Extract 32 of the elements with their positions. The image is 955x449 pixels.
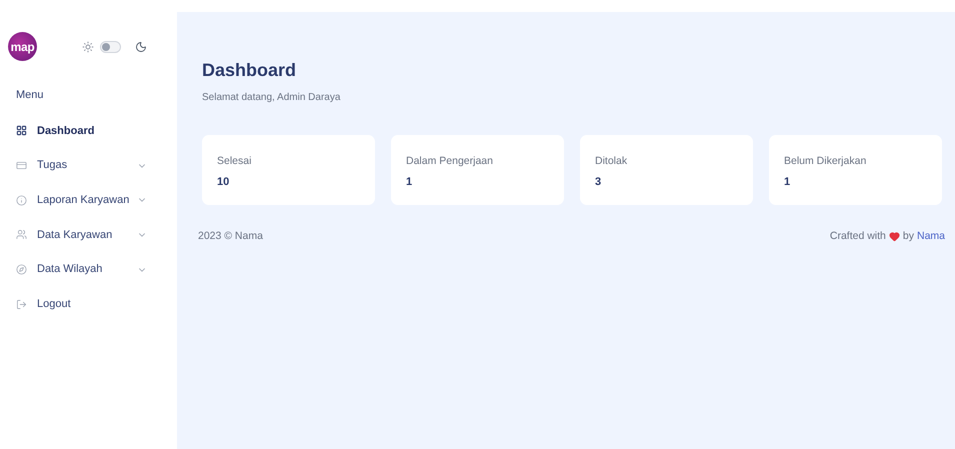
- moon-icon: [135, 40, 147, 52]
- stat-value: 3: [595, 174, 602, 190]
- menu-item[interactable]: Tugas: [0, 148, 177, 183]
- menu-item[interactable]: Dashboard: [0, 114, 177, 148]
- menu-heading: Menu: [15, 88, 45, 103]
- by-text: by: [902, 229, 914, 244]
- stat-label: Belum Dikerjakan: [784, 154, 866, 169]
- page-title: Dashboard: [202, 59, 296, 82]
- sun-icon: [82, 40, 94, 52]
- info-icon: [16, 194, 27, 206]
- stat-label: Ditolak: [595, 154, 628, 169]
- stat-value: 1: [784, 174, 790, 190]
- theme-toggle[interactable]: [100, 40, 121, 52]
- users-icon: [16, 229, 27, 240]
- menu-item[interactable]: Data Karyawan: [0, 218, 177, 252]
- logout-icon: [16, 298, 27, 310]
- stat-value: 10: [217, 174, 230, 190]
- menu-item[interactable]: Logout: [0, 286, 177, 322]
- compass-icon: [16, 264, 27, 276]
- crafted-text: Crafted with: [830, 229, 886, 244]
- copyright: 2023 © Nama: [198, 229, 263, 244]
- author-link[interactable]: Nama: [916, 229, 945, 245]
- logo: map: [8, 32, 37, 61]
- menu-item[interactable]: Laporan Karyawan: [0, 182, 177, 218]
- heart-icon: [888, 231, 900, 242]
- stat-label: Selesai: [217, 154, 252, 169]
- card-icon: [16, 160, 27, 172]
- grid-icon: [16, 125, 27, 136]
- stat-label: Dalam Pengerjaan: [406, 154, 493, 169]
- stat-value: 1: [406, 174, 412, 190]
- greeting: Selamat datang, Admin Daraya: [202, 91, 340, 105]
- menu-item[interactable]: Data Wilayah: [0, 252, 177, 287]
